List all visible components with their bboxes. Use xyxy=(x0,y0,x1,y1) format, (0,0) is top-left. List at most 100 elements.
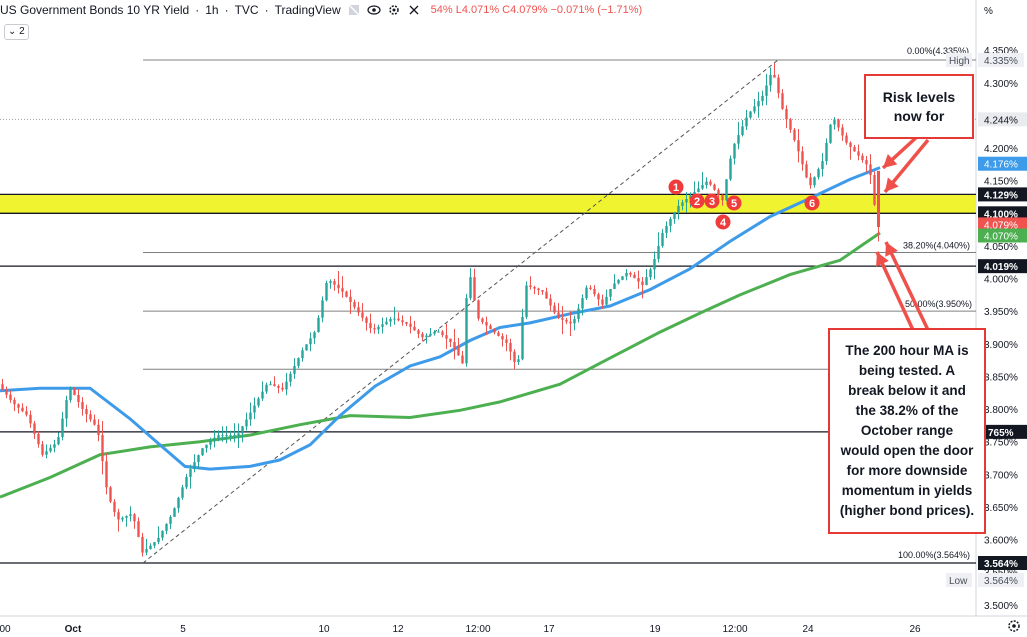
symbol-title[interactable]: US Government Bonds 10 YR Yield xyxy=(0,3,189,17)
candle-body xyxy=(61,418,64,438)
candle-body xyxy=(125,516,128,518)
candle-body xyxy=(781,93,784,109)
gear-center xyxy=(1012,624,1016,628)
price-tag: 4.244% xyxy=(978,112,1027,127)
eye-icon[interactable] xyxy=(367,3,381,17)
candle-body xyxy=(313,332,316,339)
candle-body xyxy=(209,441,212,445)
candle-body xyxy=(601,299,604,305)
candle-body xyxy=(509,342,512,352)
candle-body xyxy=(21,407,24,412)
x-tick-label: 5 xyxy=(180,624,186,635)
flag-icon[interactable] xyxy=(347,3,361,17)
candle xyxy=(73,387,76,396)
last-candle-body xyxy=(877,170,880,228)
separator-dot: · xyxy=(195,3,200,17)
candle xyxy=(465,293,468,367)
candle-body xyxy=(417,330,420,334)
candle-body xyxy=(129,514,132,517)
price-tag-value: 4.129% xyxy=(984,190,1018,201)
marker-label: 5 xyxy=(731,198,737,210)
candle-body xyxy=(685,198,688,203)
candle-body xyxy=(613,283,616,289)
candle-body xyxy=(229,435,232,437)
settings-gear-icon[interactable] xyxy=(387,3,401,17)
candle-body xyxy=(93,419,96,425)
candle-body xyxy=(13,399,16,405)
candle-body xyxy=(665,225,668,233)
price-tag: 4.070% xyxy=(978,228,1027,243)
candle-body xyxy=(493,329,496,333)
candle-body xyxy=(673,212,676,219)
close-icon[interactable] xyxy=(407,3,421,17)
candle-body xyxy=(249,412,252,420)
support-zone xyxy=(0,194,976,214)
price-tag-label: Low xyxy=(949,576,968,587)
candle-body xyxy=(245,419,248,427)
x-tick-label: Oct xyxy=(65,624,82,635)
candle-body xyxy=(837,119,840,128)
candle-body xyxy=(265,384,268,392)
candle-body xyxy=(321,300,324,318)
candle-body xyxy=(25,411,28,415)
candle-body xyxy=(141,536,144,553)
candle-body xyxy=(225,435,228,437)
candle-body xyxy=(29,414,32,424)
candle-body xyxy=(401,320,404,323)
candle-body xyxy=(485,322,488,326)
candle-body xyxy=(809,177,812,186)
candle xyxy=(729,155,732,182)
price-tag-high: High 4.335% xyxy=(946,53,1024,67)
candle-body xyxy=(161,530,164,538)
candle-body xyxy=(153,542,156,546)
y-tick-label: 4.300% xyxy=(984,79,1018,90)
candle-body xyxy=(529,285,532,287)
price-tag: 3.564% xyxy=(978,556,1027,570)
candle-body xyxy=(41,444,44,455)
candle-body xyxy=(625,272,628,277)
x-tick-label: 19 xyxy=(649,624,661,635)
candle-body xyxy=(357,307,360,313)
risk-levels-text: Risk levels now for xyxy=(882,88,956,124)
candle-body xyxy=(593,288,596,295)
candle-body xyxy=(85,409,88,415)
candle xyxy=(793,128,796,142)
price-tag: 4.176% xyxy=(978,156,1027,171)
candle-body xyxy=(281,387,284,390)
candle-body xyxy=(777,77,780,94)
candle-body xyxy=(557,312,560,319)
candle-body xyxy=(861,155,864,161)
marker-label: 6 xyxy=(809,198,815,210)
candle-body xyxy=(457,347,460,356)
candle-body xyxy=(441,331,444,336)
candle-body xyxy=(89,414,92,420)
candle-body xyxy=(365,317,368,323)
y-tick-label: 3.500% xyxy=(984,601,1018,612)
x-tick-label: 12:00 xyxy=(465,624,490,635)
y-tick-label: 3.800% xyxy=(984,405,1018,416)
candle-body xyxy=(705,181,708,186)
interval-label[interactable]: 1h xyxy=(205,3,218,17)
swing-marker: 2 xyxy=(689,193,705,209)
candle-body xyxy=(101,435,104,462)
candle-body xyxy=(565,319,568,322)
candle-body xyxy=(489,325,492,330)
candle-body xyxy=(17,404,20,408)
candle-body xyxy=(217,435,220,438)
candle-body xyxy=(433,332,436,334)
candle-body xyxy=(221,435,224,437)
x-tick-label: 12 xyxy=(392,624,404,635)
candle xyxy=(109,485,112,504)
chevron-down-icon: ⌄ xyxy=(8,26,17,37)
candle-body xyxy=(53,444,56,448)
collapse-indicators-button[interactable]: ⌄ 2 xyxy=(4,24,29,40)
y-tick-label: 3.750% xyxy=(984,438,1018,449)
y-tick-label: 3.850% xyxy=(984,372,1018,383)
candle-body xyxy=(185,476,188,488)
candle-body xyxy=(525,285,528,317)
candle-body xyxy=(605,296,608,305)
candle-body xyxy=(561,318,564,320)
candle xyxy=(829,123,832,144)
candle-body xyxy=(805,164,808,178)
candle-body xyxy=(361,312,364,318)
